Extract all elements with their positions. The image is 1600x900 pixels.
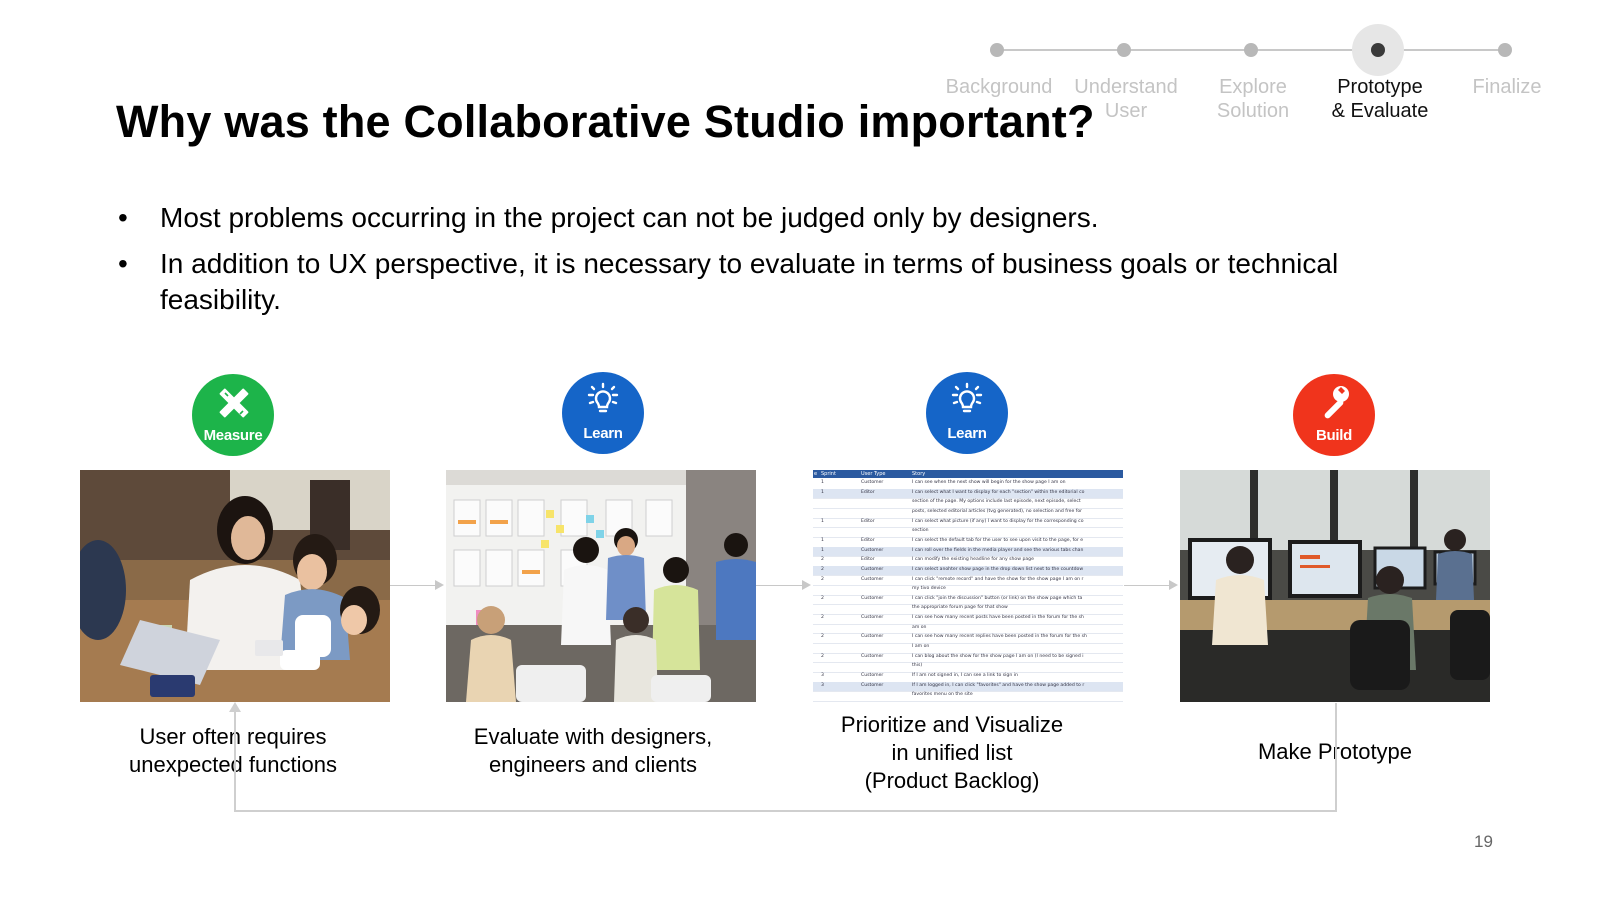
loop-arrowhead-icon [229, 702, 241, 712]
backlog-cell-type: Customer [861, 595, 884, 601]
page-number: 19 [1474, 832, 1493, 851]
team-evaluation-photo [446, 470, 756, 702]
backlog-cell-type: Customer [861, 634, 884, 640]
user-testing-photo [80, 470, 390, 702]
step-dot-prototype-evaluate[interactable] [1371, 43, 1385, 57]
sheet-header: e Sprint User Type Story [813, 470, 1123, 478]
backlog-cell-sprint: 1 [821, 518, 824, 524]
wrench-icon [1324, 386, 1349, 419]
step-dot-finalize[interactable] [1498, 43, 1512, 57]
flow-arrow [756, 580, 811, 590]
loop-line-bottom [234, 810, 1337, 812]
backlog-cell-type: Customer [861, 547, 884, 553]
backlog-cell-sprint: 1 [821, 547, 824, 553]
learn-badge: Learn [562, 372, 644, 454]
backlog-cell-type: Customer [861, 673, 884, 678]
backlog-cell-sprint: 2 [821, 576, 824, 582]
backlog-cell-sprint: 2 [821, 566, 824, 572]
badge-label: Measure [203, 427, 263, 444]
backlog-cell-story: posts, selected editorial articles (tvg … [912, 508, 1083, 514]
badge-label: Build [1316, 427, 1352, 444]
backlog-cell-story: am on [912, 624, 927, 630]
step-dot-background[interactable] [990, 43, 1004, 57]
bullet-item: In addition to UX perspective, it is nec… [116, 246, 1456, 318]
backlog-cell-type: Editor [861, 557, 875, 563]
build-badge: Build [1293, 374, 1375, 456]
backlog-cell-story: I can see how many recent replies have b… [912, 634, 1087, 640]
backlog-cell-type: Customer [861, 653, 884, 659]
caption-evaluate: Evaluate with designers, engineers and c… [473, 724, 713, 777]
step-label-finalize[interactable]: Finalize [1437, 75, 1577, 99]
backlog-cell-story: If I am not signed in, I can see a link … [912, 673, 1018, 678]
caption-prioritize: Prioritize and Visualize in unified list… [840, 712, 1064, 793]
backlog-cell-sprint: 2 [821, 634, 824, 640]
step-label-prototype-evaluate[interactable]: Prototype & Evaluate [1310, 75, 1450, 123]
backlog-cell-story: the appropriate forum page for that show [912, 605, 1008, 611]
loop-line-left [234, 712, 236, 812]
badge-label: Learn [583, 425, 623, 442]
bullet-list: Most problems occurring in the project c… [116, 200, 1456, 328]
backlog-cell-sprint: 3 [821, 673, 824, 678]
backlog-cell-story: I can roll over the fields in the media … [912, 547, 1084, 553]
pencil-ruler-icon [219, 388, 249, 418]
measure-badge: Measure [192, 374, 274, 456]
backlog-cell-type: Customer [861, 480, 884, 485]
backlog-cell-type: Customer [861, 682, 884, 688]
backlog-cell-type: Editor [861, 518, 875, 524]
backlog-cell-story: favorites menu on the site [912, 692, 973, 698]
backlog-cell-type: Customer [861, 576, 884, 582]
backlog-cell-sprint: 1 [821, 489, 824, 495]
backlog-row: favorites menu on the site [813, 691, 1123, 702]
backlog-cell-type: Customer [861, 615, 884, 621]
backlog-cell-sprint: 2 [821, 615, 824, 621]
backlog-cell-sprint: 2 [821, 557, 824, 563]
product-backlog-spreadsheet: e Sprint User Type Story 1 Customer I can … [813, 470, 1123, 702]
prototyping-photo [1180, 470, 1490, 702]
backlog-cell-story: I can see when the next show will begin … [912, 480, 1066, 485]
backlog-cell-type: Customer [861, 566, 884, 572]
caption-user-requires: User often requires unexpected functions [129, 724, 337, 777]
backlog-cell-sprint: 1 [821, 537, 824, 543]
backlog-cell-story: If I am logged in, I can click "favorite… [912, 682, 1085, 688]
backlog-cell-story: I am on [912, 644, 930, 650]
loop-line-right [1335, 703, 1337, 811]
flow-arrow [390, 580, 444, 590]
lightbulb-icon [587, 382, 619, 413]
step-label-explore-solution[interactable]: Explore Solution [1183, 75, 1323, 123]
slide-title: Why was the Collaborative Studio importa… [116, 96, 1095, 147]
flow-arrow [1124, 580, 1178, 590]
backlog-cell-story: this) [912, 663, 923, 669]
backlog-cell-sprint: 2 [821, 653, 824, 659]
backlog-cell-story: I can modify the existing headline for a… [912, 557, 1034, 563]
backlog-cell-sprint: 3 [821, 682, 824, 688]
backlog-cell-story: I can select the default tab for the use… [912, 537, 1084, 543]
backlog-cell-story: I can click "join the discussion" button… [912, 595, 1083, 601]
backlog-cell-story: my tivo device [912, 586, 946, 592]
backlog-cell-story: I can select what I want to display for … [912, 489, 1085, 495]
backlog-cell-story: I can select what picture (if any) I wan… [912, 518, 1084, 524]
backlog-cell-story: section of the page. My options include … [912, 499, 1081, 505]
backlog-cell-sprint: 1 [821, 480, 824, 485]
step-dot-understand-user[interactable] [1117, 43, 1131, 57]
lightbulb-icon [951, 382, 983, 413]
backlog-cell-story: I can select anohter show page in the dr… [912, 566, 1084, 572]
step-dot-explore-solution[interactable] [1244, 43, 1258, 57]
backlog-cell-type: Editor [861, 537, 875, 543]
backlog-cell-type: Editor [861, 489, 875, 495]
backlog-cell-story: I can see how many recent posts have bee… [912, 615, 1084, 621]
backlog-cell-story: section [912, 528, 929, 534]
learn-badge: Learn [926, 372, 1008, 454]
backlog-cell-story: I can blog about the show for the show p… [912, 653, 1084, 659]
backlog-cell-story: I can click "remote record" and have the… [912, 576, 1084, 582]
bullet-item: Most problems occurring in the project c… [116, 200, 1456, 236]
backlog-cell-sprint: 2 [821, 595, 824, 601]
badge-label: Learn [947, 425, 987, 442]
